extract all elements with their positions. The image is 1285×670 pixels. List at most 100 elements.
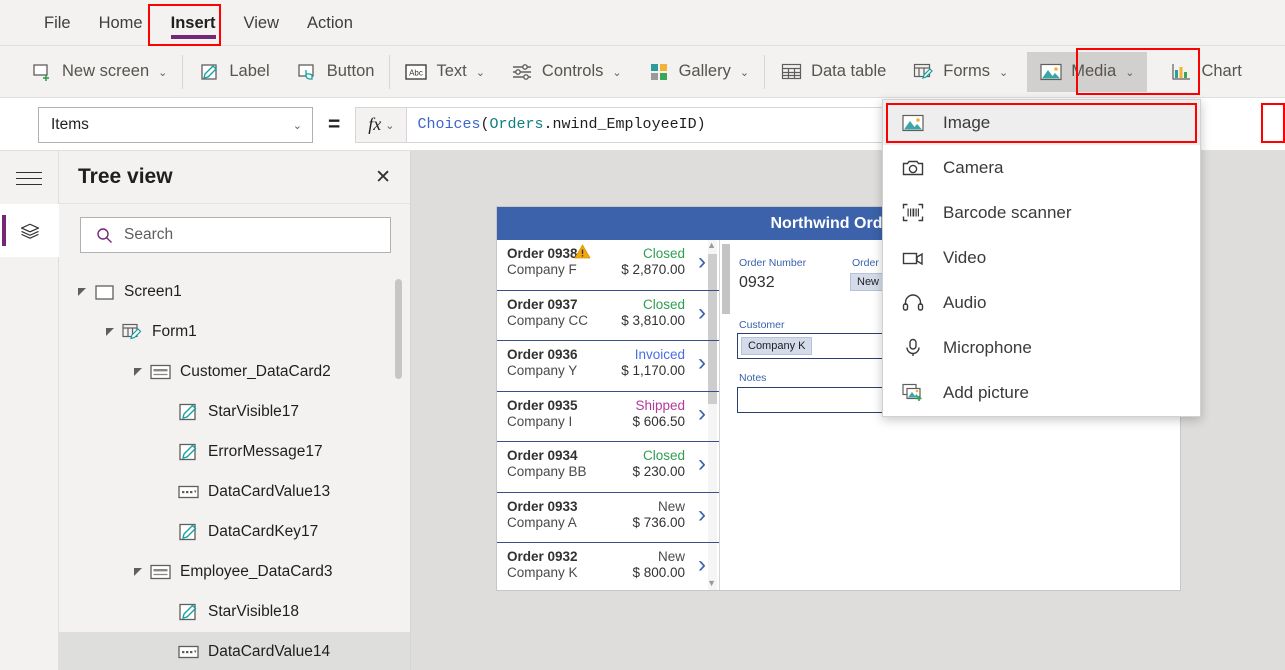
- media-menu-item-label: Camera: [943, 157, 1004, 177]
- tree-node-customer_datacard2[interactable]: Customer_DataCard2: [59, 352, 410, 392]
- ribbon-button-control[interactable]: Button: [283, 52, 388, 92]
- notes-label: Notes: [739, 372, 767, 384]
- media-menu-item-barcode-scanner[interactable]: Barcode scanner: [883, 190, 1200, 235]
- chevron-right-icon[interactable]: ›: [698, 452, 710, 476]
- active-tab-underline: [170, 34, 216, 39]
- chevron-right-icon[interactable]: ›: [698, 502, 710, 526]
- media-menu-item-add-picture[interactable]: Add picture: [883, 370, 1200, 415]
- ribbon-new-screen[interactable]: New screen ⌄: [18, 52, 180, 92]
- menu-item-insert[interactable]: Insert: [157, 0, 230, 46]
- property-selector[interactable]: Items ⌄: [38, 106, 313, 143]
- ribbon-label-control[interactable]: Label: [185, 52, 282, 92]
- tree-node-label: StarVisible18: [208, 603, 300, 620]
- rail-tree-view-button[interactable]: [0, 204, 59, 257]
- media-dropdown-menu[interactable]: Image Camera Barcode scanner Video Audio Micr…: [882, 99, 1201, 417]
- menu-item-home[interactable]: Home: [85, 0, 157, 46]
- ribbon-label: Gallery: [678, 62, 731, 80]
- media-menu-item-label: Add picture: [943, 382, 1029, 402]
- tree-node-form1[interactable]: Form1: [59, 312, 410, 352]
- ribbon-data-table[interactable]: Data table: [767, 52, 899, 92]
- gallery-item[interactable]: Order 0934 Closed Company BB $ 230.00 ›: [497, 442, 719, 493]
- tree-node-datacardvalue14[interactable]: DataCardValue14: [59, 632, 410, 670]
- media-menu-item-camera[interactable]: Camera: [883, 145, 1200, 190]
- tree-node-starvisible18[interactable]: StarVisible18: [59, 592, 410, 632]
- media-menu-item-video[interactable]: Video: [883, 235, 1200, 280]
- label-pencil-icon: [177, 601, 199, 623]
- gallery-item[interactable]: Order 0936 Invoiced Company Y $ 1,170.00 ›: [497, 341, 719, 392]
- tree-node-errormessage17[interactable]: ErrorMessage17: [59, 432, 410, 472]
- search-input[interactable]: Search: [80, 217, 391, 253]
- gallery-order-number: Order 0935: [507, 397, 578, 413]
- tree-node-employee_datacard3[interactable]: Employee_DataCard3: [59, 552, 410, 592]
- form-icon: [121, 321, 143, 343]
- gallery-amount: $ 606.50: [632, 413, 685, 429]
- ribbon-controls[interactable]: Controls ⌄: [498, 52, 635, 92]
- expand-caret-icon[interactable]: [127, 567, 149, 577]
- orders-gallery[interactable]: ▲ ▼ Order 0938 Closed Company F $ 2,870.00 ›…: [497, 240, 719, 590]
- menu-item-label: Insert: [170, 13, 216, 32]
- chevron-right-icon[interactable]: ›: [698, 250, 710, 274]
- expand-caret-icon[interactable]: [71, 287, 93, 297]
- gallery-order-status: New: [657, 498, 685, 514]
- formula-column: nwind_EmployeeID: [552, 116, 697, 133]
- gallery-item[interactable]: Order 0935 Shipped Company I $ 606.50 ›: [497, 392, 719, 442]
- chevron-down-icon: ⌄: [999, 67, 1009, 79]
- ribbon-media[interactable]: Media ⌄: [1027, 51, 1148, 92]
- tree-node-label: StarVisible17: [208, 403, 300, 420]
- form-scrollbar-thumb[interactable]: [722, 244, 730, 314]
- order-status-chip[interactable]: New: [850, 273, 887, 291]
- label-icon: [198, 61, 220, 83]
- gallery-order-number: Order 0933: [507, 498, 578, 514]
- gallery-order-number: Order 0932: [507, 549, 578, 564]
- ribbon-label: Button: [326, 62, 375, 80]
- ribbon-text[interactable]: Abc Text ⌄: [392, 52, 497, 92]
- tree-node-label: DataCardKey17: [208, 523, 319, 540]
- menu-item-view[interactable]: View: [230, 0, 293, 46]
- tree-node-datacardvalue13[interactable]: DataCardValue13: [59, 472, 410, 512]
- gallery-company: Company A: [507, 514, 577, 530]
- formula-dot: .: [543, 116, 553, 133]
- ribbon-label: Label: [229, 62, 270, 80]
- tree-node-label: Customer_DataCard2: [180, 363, 331, 380]
- insert-ribbon: New screen ⌄ Label Button Abc Text ⌄ Con…: [0, 46, 1285, 98]
- chevron-right-icon[interactable]: ›: [698, 300, 710, 324]
- tree-scrollbar-thumb[interactable]: [395, 279, 402, 379]
- gallery-item[interactable]: Order 0938 Closed Company F $ 2,870.00 ›: [497, 240, 719, 291]
- menu-item-label: View: [243, 13, 280, 32]
- property-selector-value: Items: [51, 115, 89, 133]
- media-menu-item-audio[interactable]: Audio: [883, 280, 1200, 325]
- expand-caret-icon[interactable]: [99, 327, 121, 337]
- menu-item-label: Home: [98, 13, 143, 32]
- screen-icon: [93, 281, 115, 303]
- ribbon-forms[interactable]: Forms ⌄: [899, 52, 1021, 92]
- close-icon[interactable]: ✕: [375, 168, 391, 187]
- customer-chip[interactable]: Company K: [741, 337, 813, 355]
- hamburger-menu-button[interactable]: [0, 151, 58, 204]
- tree-node-screen1[interactable]: Screen1: [59, 272, 410, 312]
- gallery-company: Company CC: [507, 312, 589, 328]
- gallery-company: Company I: [507, 413, 573, 429]
- ribbon-gallery[interactable]: Gallery ⌄: [635, 52, 762, 92]
- tree-node-datacardkey17[interactable]: DataCardKey17: [59, 512, 410, 552]
- chevron-right-icon[interactable]: ›: [698, 351, 710, 375]
- video-icon: [901, 250, 925, 266]
- hamburger-icon: [16, 170, 42, 186]
- gallery-item[interactable]: Order 0932 New Company K $ 800.00 ›: [497, 543, 719, 590]
- media-menu-item-microphone[interactable]: Microphone: [883, 325, 1200, 370]
- gallery-amount: $ 800.00: [632, 565, 685, 580]
- chevron-right-icon[interactable]: ›: [698, 401, 710, 425]
- gallery-item[interactable]: Order 0933 New Company A $ 736.00 ›: [497, 493, 719, 543]
- fx-button[interactable]: fx ⌄: [355, 106, 407, 143]
- tree-node-starvisible17[interactable]: StarVisible17: [59, 392, 410, 432]
- ribbon-chart[interactable]: Chart: [1157, 52, 1254, 92]
- menu-item-file[interactable]: File: [30, 0, 85, 46]
- media-menu-item-image[interactable]: Image: [883, 100, 1200, 145]
- menu-item-action[interactable]: Action: [293, 0, 367, 46]
- gallery-order-status: Closed: [642, 296, 685, 312]
- chevron-right-icon[interactable]: ›: [698, 553, 710, 577]
- expand-caret-icon[interactable]: [127, 367, 149, 377]
- gallery-item[interactable]: Order 0937 Closed Company CC $ 3,810.00 ›: [497, 291, 719, 341]
- ribbon-label: Controls: [541, 62, 604, 80]
- media-menu-item-label: Barcode scanner: [943, 202, 1072, 222]
- tree-node-label: Screen1: [124, 283, 182, 300]
